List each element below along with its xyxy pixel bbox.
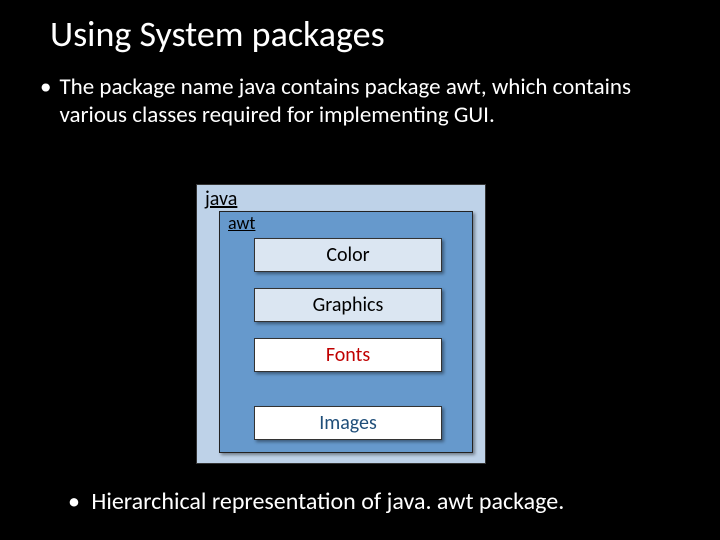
class-box-fonts: Fonts — [254, 338, 442, 372]
awt-label: awt — [228, 212, 255, 234]
bullet-dot: • — [68, 487, 80, 516]
awt-package-box: awt Color Graphics Fonts Images — [219, 211, 473, 453]
java-label: java — [205, 187, 237, 211]
class-box-color: Color — [254, 238, 442, 272]
bullet-dot: • — [40, 74, 51, 129]
bullet-top-text: The package name java contains package a… — [59, 74, 680, 129]
bullet-bottom-text: Hierarchical representation of java. awt… — [91, 487, 564, 516]
class-box-graphics: Graphics — [254, 288, 442, 322]
java-package-box: java awt Color Graphics Fonts Images — [196, 184, 486, 464]
package-diagram: java awt Color Graphics Fonts Images — [196, 184, 486, 464]
bullet-top: • The package name java contains package… — [0, 56, 720, 129]
bullet-bottom: • Hierarchical representation of java. a… — [68, 487, 564, 516]
class-box-images: Images — [254, 406, 442, 440]
slide-title: Using System packages — [0, 0, 720, 56]
